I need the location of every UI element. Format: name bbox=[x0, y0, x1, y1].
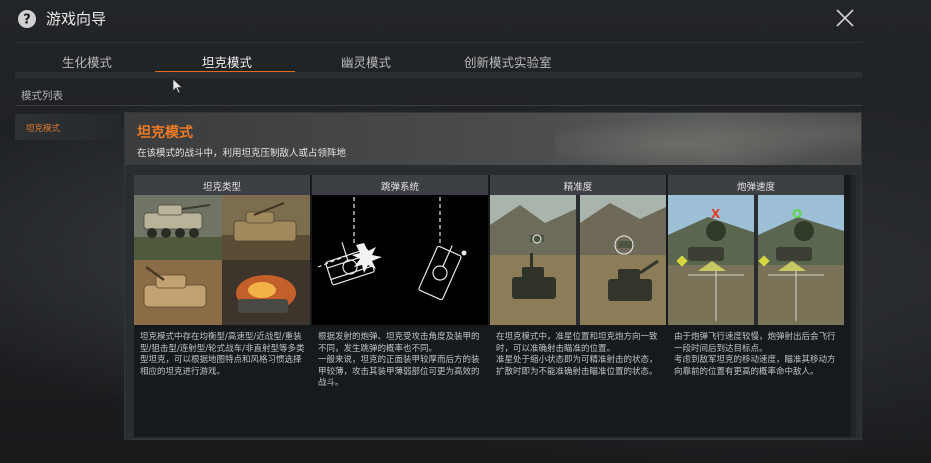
card-header: 精准度 bbox=[490, 175, 666, 195]
card-description: 坦克模式中存在均衡型/高速型/近战型/重装型/狙击型/连射型/轮式战车/非直射型… bbox=[140, 332, 305, 377]
card-header: 坦克类型 bbox=[134, 175, 310, 195]
window-title: 游戏向导 bbox=[46, 10, 107, 28]
tab-ghost-mode[interactable]: 幽灵模式 bbox=[341, 52, 391, 71]
mode-detail-panel: 坦克模式 在该模式的战斗中，利用坦克压制敌人或占领阵地 坦克类型 坦克模式中存在… bbox=[124, 112, 862, 440]
card-description: 在坦克模式中，准星位置和坦克炮方向一致时，可以准确射击瞄准的位置。 准星处于缩小… bbox=[496, 332, 658, 377]
card-title: 精准度 bbox=[563, 182, 593, 193]
card-accuracy: 精准度 在坦克模式中，准星位置和坦克炮方向一致时，可以准确射击瞄准的位置。 准星… bbox=[490, 175, 666, 437]
title-bar: ? 游戏向导 bbox=[0, 0, 931, 38]
mode-list-header: 模式列表 bbox=[15, 83, 862, 106]
sidebar-item-label: 坦克模式 bbox=[26, 124, 61, 134]
mode-list-label: 模式列表 bbox=[21, 90, 63, 102]
mode-title: 坦克模式 bbox=[137, 125, 193, 141]
mode-sidebar: 坦克模式 bbox=[15, 111, 122, 439]
card-header: 跳弹系统 bbox=[312, 175, 488, 195]
card-title: 炮弹速度 bbox=[736, 182, 775, 193]
ricochet-diagram bbox=[312, 195, 488, 325]
accuracy-image bbox=[490, 195, 666, 325]
card-ricochet-system: 跳弹系统 根据发射的炮弹、坦克受攻击角度及装甲的不同，发生跳弹的概率也不同。 一… bbox=[312, 175, 488, 437]
svg-text:?: ? bbox=[23, 13, 31, 28]
tabs-divider bbox=[15, 72, 862, 78]
help-icon: ? bbox=[18, 10, 36, 28]
shell-velocity-image bbox=[668, 195, 844, 325]
card-shell-velocity: 炮弹速度 X O 由于炮弹飞行速度较慢，炮弹射出后会飞行一段时间后到达目标点。 … bbox=[668, 175, 844, 437]
card-title: 坦克类型 bbox=[202, 182, 241, 193]
card-description: 由于炮弹飞行速度较慢，炮弹射出后会飞行一段时间后到达目标点。 考虑到敌军坦克的移… bbox=[674, 332, 836, 377]
card-header: 炮弹速度 bbox=[668, 175, 844, 195]
wrong-mark: X bbox=[711, 207, 721, 221]
tank-types-image bbox=[134, 195, 310, 325]
mode-tabs: 生化模式 坦克模式 幽灵模式 创新模式实验室 bbox=[15, 42, 862, 73]
correct-mark: O bbox=[792, 207, 803, 221]
panel-scrollbar[interactable] bbox=[851, 175, 856, 437]
card-tank-types: 坦克类型 坦克模式中存在均衡型/高速型/近战型/重装型/狙击型/连射型/轮式战车… bbox=[134, 175, 310, 437]
tab-tank-mode[interactable]: 坦克模式 bbox=[202, 52, 252, 71]
card-title: 跳弹系统 bbox=[380, 182, 419, 193]
tab-innovation-lab[interactable]: 创新模式实验室 bbox=[464, 52, 552, 71]
card-description: 根据发射的炮弹、坦克受攻击角度及装甲的不同，发生跳弹的概率也不同。 一般来说，坦… bbox=[318, 332, 480, 388]
tab-biochem-mode[interactable]: 生化模式 bbox=[62, 52, 112, 71]
mode-description: 在该模式的战斗中，利用坦克压制敌人或占领阵地 bbox=[137, 148, 347, 159]
sidebar-item-tank-mode[interactable]: 坦克模式 bbox=[15, 114, 122, 140]
mode-banner: 坦克模式 在该模式的战斗中，利用坦克压制敌人或占领阵地 bbox=[125, 113, 861, 165]
feature-cards: 坦克类型 坦克模式中存在均衡型/高速型/近战型/重装型/狙击型/连射型/轮式战车… bbox=[134, 175, 854, 437]
close-icon[interactable] bbox=[834, 7, 856, 29]
